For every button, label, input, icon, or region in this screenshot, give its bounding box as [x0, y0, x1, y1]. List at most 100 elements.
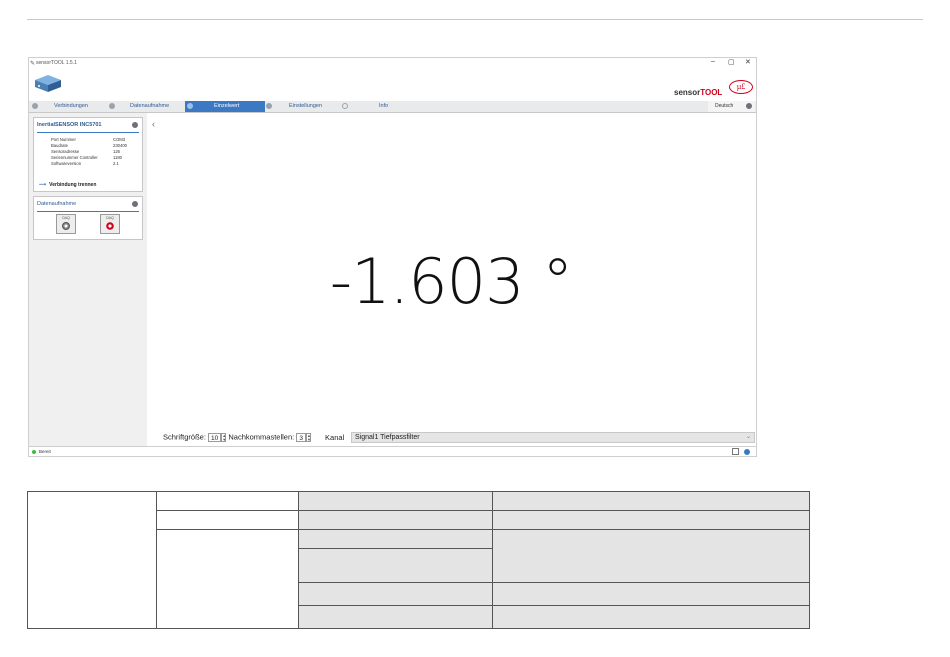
table-cell — [156, 510, 299, 530]
table-cell — [492, 605, 810, 629]
info-label: Softwareversion — [51, 161, 82, 166]
record-icon — [109, 103, 115, 109]
table-cell — [298, 491, 493, 511]
info-value: 1180 — [113, 155, 123, 160]
sensor-info-panel: InertialSENSOR INC5701 Port Nummer COM3 B… — [33, 117, 143, 192]
info-row: Sensoradresse 126 — [51, 149, 141, 154]
display-controls: Schriftgröße: 10 ▲ ▼ Nachkommastellen: 3 ▲ ▼… — [163, 432, 344, 442]
info-icon — [342, 103, 348, 109]
collapse-panel-icon[interactable] — [132, 122, 138, 128]
brand-wordmark: sensorTOOL — [674, 88, 722, 97]
chevron-down-icon — [746, 103, 752, 109]
data-panel-title: Datenaufnahme — [37, 201, 77, 207]
font-size-stepper[interactable]: ▲ ▼ — [221, 432, 227, 442]
tab-label: Einzelwert — [214, 103, 240, 109]
decimals-input[interactable]: 3 — [296, 432, 306, 442]
close-button[interactable]: ✕ — [745, 58, 751, 66]
info-value: COM3 — [113, 137, 126, 142]
daq-label: DAQ — [106, 216, 114, 220]
tab-verbindungen[interactable]: Verbindungen — [29, 101, 109, 112]
info-value: 230400 — [113, 143, 127, 148]
chevron-down-icon: ⌄ — [745, 434, 751, 440]
font-size-input[interactable]: 10 — [208, 432, 222, 442]
table-cell — [298, 582, 493, 606]
minimize-button[interactable]: – — [711, 58, 715, 65]
disconnect-label: Verbindung trennen — [49, 182, 97, 188]
info-row: Seriennummer Controller 1180 — [51, 155, 141, 160]
table-cell — [492, 529, 810, 583]
gear-icon — [266, 103, 272, 109]
sensor-device-icon — [35, 75, 61, 92]
table-cell — [298, 605, 493, 629]
help-icon[interactable] — [744, 449, 750, 455]
channel-value: Signal1 Tiefpassfilter — [355, 434, 420, 441]
app-icon: ✎ — [30, 61, 36, 67]
info-value: 126 — [113, 149, 120, 154]
table-cell — [492, 510, 810, 530]
window-icon[interactable] — [732, 448, 739, 455]
panel-divider — [37, 211, 139, 212]
table-cell — [298, 529, 493, 549]
info-label: Port Nummer — [51, 137, 76, 142]
brand-tool: TOOL — [700, 88, 723, 97]
tab-einstellungen[interactable]: Einstellungen — [265, 101, 341, 112]
sensor-panel-title: InertialSENSOR INC5701 — [37, 122, 102, 128]
tab-info[interactable]: Info — [341, 101, 421, 112]
window-titlebar: ✎ sensorTOOL 1.5.1 – ▢ ✕ — [29, 58, 756, 68]
table-cell — [27, 491, 157, 629]
main-nav: Verbindungen Datenaufnahme Einzelwert Ei… — [29, 101, 756, 113]
arrow-right-icon: ⟶ — [39, 182, 47, 188]
info-row: Port Nummer COM3 — [51, 137, 141, 142]
collapse-sidebar-icon[interactable]: ‹ — [152, 119, 155, 129]
table-cell — [298, 510, 493, 530]
disconnect-link[interactable]: ⟶ Verbindung trennen — [39, 182, 96, 188]
sensortool-window: ✎ sensorTOOL 1.5.1 – ▢ ✕ sensorTOOL µ£ V… — [28, 57, 757, 457]
status-indicator — [32, 450, 36, 454]
panel-divider — [37, 132, 139, 133]
daq-start-button[interactable]: DAQ — [56, 214, 76, 234]
language-select[interactable]: Deutsch — [708, 101, 755, 112]
link-icon — [32, 103, 38, 109]
table-cell — [156, 529, 299, 629]
status-bar: Bereit — [29, 446, 756, 457]
tab-datenaufnahme[interactable]: Datenaufnahme — [109, 101, 185, 112]
value-icon — [187, 103, 193, 109]
left-sidebar: InertialSENSOR INC5701 Port Nummer COM3 B… — [29, 113, 147, 446]
language-label: Deutsch — [715, 103, 734, 109]
collapse-panel-icon[interactable] — [132, 201, 138, 207]
tab-einzelwert[interactable]: Einzelwert — [185, 101, 265, 112]
channel-label: Kanal — [325, 432, 345, 442]
info-label: Baudrate — [51, 143, 68, 148]
table-cell — [492, 582, 810, 606]
info-label: Sensoradresse — [51, 149, 80, 154]
info-label: Seriennummer Controller — [51, 155, 98, 160]
data-acquisition-panel: Datenaufnahme DAQ DAQ — [33, 196, 143, 240]
font-size-label: Schriftgröße: — [163, 432, 206, 442]
status-text: Bereit — [39, 449, 51, 454]
tab-label: Verbindungen — [54, 103, 88, 109]
table-cell — [156, 491, 299, 511]
measurement-value: -1.603 ° — [329, 245, 574, 318]
magnifier-icon — [62, 222, 70, 230]
tab-label: Datenaufnahme — [130, 103, 170, 109]
decimals-stepper[interactable]: ▲ ▼ — [305, 432, 311, 442]
maximize-button[interactable]: ▢ — [728, 58, 735, 66]
window-title: sensorTOOL 1.5.1 — [36, 60, 77, 66]
page-top-rule — [27, 19, 923, 20]
daq-stop-button[interactable]: DAQ — [100, 214, 120, 234]
tab-label: Einstellungen — [289, 103, 323, 109]
brand-sensor: sensor — [674, 88, 701, 97]
app-header: sensorTOOL µ£ — [29, 68, 756, 101]
info-row: Softwareversion 2.1 — [51, 161, 141, 166]
info-row: Baudrate 230400 — [51, 143, 141, 148]
decimals-label: Nachkommastellen: — [228, 432, 295, 442]
table-cell — [298, 548, 493, 583]
info-value: 2.1 — [113, 161, 119, 166]
daq-label: DAQ — [62, 216, 70, 220]
company-logo: µ£ — [729, 80, 753, 94]
record-stop-icon — [106, 222, 114, 230]
channel-select[interactable]: Signal1 Tiefpassfilter ⌄ — [351, 432, 755, 443]
empty-table — [27, 491, 810, 629]
table-cell — [492, 491, 810, 511]
tab-label: Info — [379, 103, 389, 109]
